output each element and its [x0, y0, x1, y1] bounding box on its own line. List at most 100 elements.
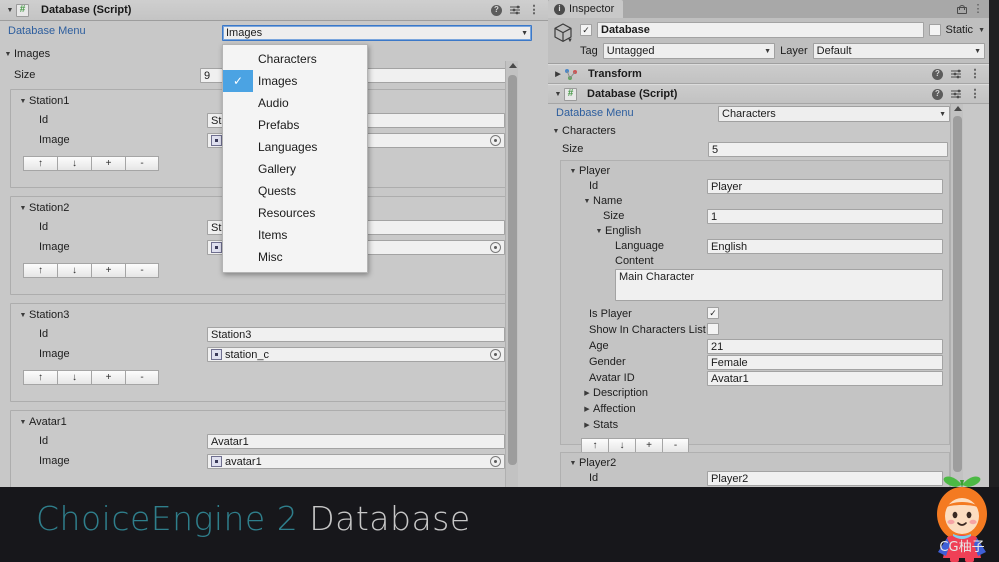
left-panel-title: Database (Script): [41, 4, 132, 16]
menu-item-images[interactable]: ✓ Images: [223, 70, 367, 92]
player2-foldout[interactable]: Player2: [567, 457, 616, 469]
player-name: Player: [579, 165, 611, 177]
menu-item-quests[interactable]: Quests: [223, 180, 367, 202]
entry-id-input[interactable]: Station3: [207, 327, 505, 342]
preset-icon[interactable]: [509, 4, 521, 16]
more-menu-icon[interactable]: ⋮: [969, 88, 981, 100]
entry-id-input[interactable]: Avatar1: [207, 434, 505, 449]
move-down-button[interactable]: ↓: [57, 263, 91, 278]
show-in-characters-list-checkbox[interactable]: [707, 323, 719, 335]
characters-size-input[interactable]: 5: [708, 142, 948, 157]
left-panel-scrollbar[interactable]: [505, 61, 518, 487]
more-menu-icon[interactable]: ⋮: [969, 68, 981, 80]
player-stats-foldout[interactable]: Stats: [581, 419, 618, 431]
move-up-button[interactable]: ↑: [23, 263, 57, 278]
component-header-database-script[interactable]: # Database (Script) ? ⋮: [548, 84, 989, 104]
entry-image-label: Image: [39, 348, 70, 360]
player-age-input[interactable]: 21: [707, 339, 943, 354]
add-button[interactable]: +: [91, 263, 125, 278]
player-foldout[interactable]: Player: [567, 165, 610, 177]
entry-foldout[interactable]: Station3: [17, 309, 69, 321]
player-affection-foldout[interactable]: Affection: [581, 403, 636, 415]
player-english-foldout[interactable]: English: [593, 225, 641, 237]
player-content-textarea[interactable]: Main Character: [615, 269, 943, 301]
entry-foldout[interactable]: Station2: [17, 202, 69, 214]
object-picker-icon[interactable]: [490, 135, 501, 146]
player-id-input[interactable]: Player: [707, 179, 943, 194]
menu-item-resources[interactable]: Resources: [223, 202, 367, 224]
add-button[interactable]: +: [635, 438, 662, 453]
menu-item-audio[interactable]: Audio: [223, 92, 367, 114]
menu-item-languages[interactable]: Languages: [223, 136, 367, 158]
remove-button[interactable]: -: [125, 370, 159, 385]
player-name-size-label: Size: [603, 210, 625, 222]
object-picker-icon[interactable]: [490, 242, 501, 253]
component-header-transform[interactable]: Transform ? ⋮: [548, 64, 989, 84]
database-menu-dropdown[interactable]: Images ▼: [222, 25, 532, 41]
gameobject-name-input[interactable]: Database: [597, 22, 924, 38]
static-dropdown-caret-icon[interactable]: ▼: [978, 27, 985, 34]
scrollbar-thumb[interactable]: [508, 75, 517, 465]
menu-check-icon: [223, 92, 253, 114]
entry-foldout[interactable]: Station1: [17, 95, 69, 107]
menu-check-icon: [223, 224, 253, 246]
object-picker-icon[interactable]: [490, 349, 501, 360]
preset-icon[interactable]: [950, 88, 962, 100]
layer-dropdown[interactable]: Default ▼: [812, 43, 985, 59]
images-section-foldout[interactable]: Images: [2, 48, 50, 60]
lock-icon[interactable]: [957, 4, 967, 14]
player-description-foldout[interactable]: Description: [581, 387, 648, 399]
foldout-arrow-icon: [17, 418, 29, 426]
player-language-input[interactable]: English: [707, 239, 943, 254]
help-icon[interactable]: ?: [491, 4, 502, 16]
menu-item-prefabs[interactable]: Prefabs: [223, 114, 367, 136]
tag-dropdown[interactable]: Untagged ▼: [602, 43, 776, 59]
menu-item-characters[interactable]: Characters: [223, 48, 367, 70]
entry-foldout[interactable]: Avatar1: [17, 416, 67, 428]
help-icon[interactable]: ?: [932, 88, 943, 100]
menu-item-misc[interactable]: Misc: [223, 246, 367, 268]
scrollbar-thumb[interactable]: [953, 116, 962, 472]
add-button[interactable]: +: [91, 156, 125, 171]
foldout-arrow-icon[interactable]: [552, 70, 564, 78]
player-name-group-foldout[interactable]: Name: [581, 195, 622, 207]
move-down-button[interactable]: ↓: [608, 438, 635, 453]
player-avatar-id-input[interactable]: Avatar1: [707, 371, 943, 386]
preset-icon[interactable]: [950, 68, 962, 80]
more-menu-icon[interactable]: ⋮: [972, 3, 984, 15]
help-icon[interactable]: ?: [932, 68, 943, 80]
is-player-checkbox[interactable]: ✓: [707, 307, 719, 319]
entry-id-value: St: [211, 221, 222, 234]
move-up-button[interactable]: ↑: [581, 438, 608, 453]
scroll-up-arrow-icon[interactable]: [509, 63, 517, 68]
player2-id-input[interactable]: Player2: [707, 471, 943, 486]
characters-section-foldout[interactable]: Characters: [550, 125, 616, 137]
entry-image-objectfield[interactable]: avatar1: [207, 454, 505, 469]
entry-name: Station3: [29, 309, 70, 321]
foldout-arrow-icon[interactable]: [4, 6, 16, 14]
static-checkbox[interactable]: [928, 24, 941, 36]
entry-image-objectfield[interactable]: station_c: [207, 347, 505, 362]
gameobject-enabled-checkbox[interactable]: ✓: [580, 24, 592, 36]
remove-button[interactable]: -: [662, 438, 689, 453]
inspector-scrollbar[interactable]: [950, 104, 963, 487]
player-gender-input[interactable]: Female: [707, 355, 943, 370]
foldout-arrow-icon[interactable]: [552, 90, 564, 98]
move-up-button[interactable]: ↑: [23, 156, 57, 171]
move-down-button[interactable]: ↓: [57, 156, 91, 171]
add-button[interactable]: +: [91, 370, 125, 385]
inspector-database-menu-dropdown[interactable]: Characters ▼: [718, 106, 950, 122]
tab-inspector[interactable]: i Inspector: [548, 0, 624, 18]
move-down-button[interactable]: ↓: [57, 370, 91, 385]
move-up-button[interactable]: ↑: [23, 370, 57, 385]
remove-button[interactable]: -: [125, 156, 159, 171]
more-menu-icon[interactable]: ⋮: [528, 4, 540, 16]
player-name-size-input[interactable]: 1: [707, 209, 943, 224]
object-picker-icon[interactable]: [490, 456, 501, 467]
remove-button[interactable]: -: [125, 263, 159, 278]
player-language-label: Language: [615, 240, 664, 252]
database-menu-label: Database Menu: [8, 25, 86, 37]
menu-item-gallery[interactable]: Gallery: [223, 158, 367, 180]
menu-item-items[interactable]: Items: [223, 224, 367, 246]
scroll-up-arrow-icon[interactable]: [954, 106, 962, 111]
